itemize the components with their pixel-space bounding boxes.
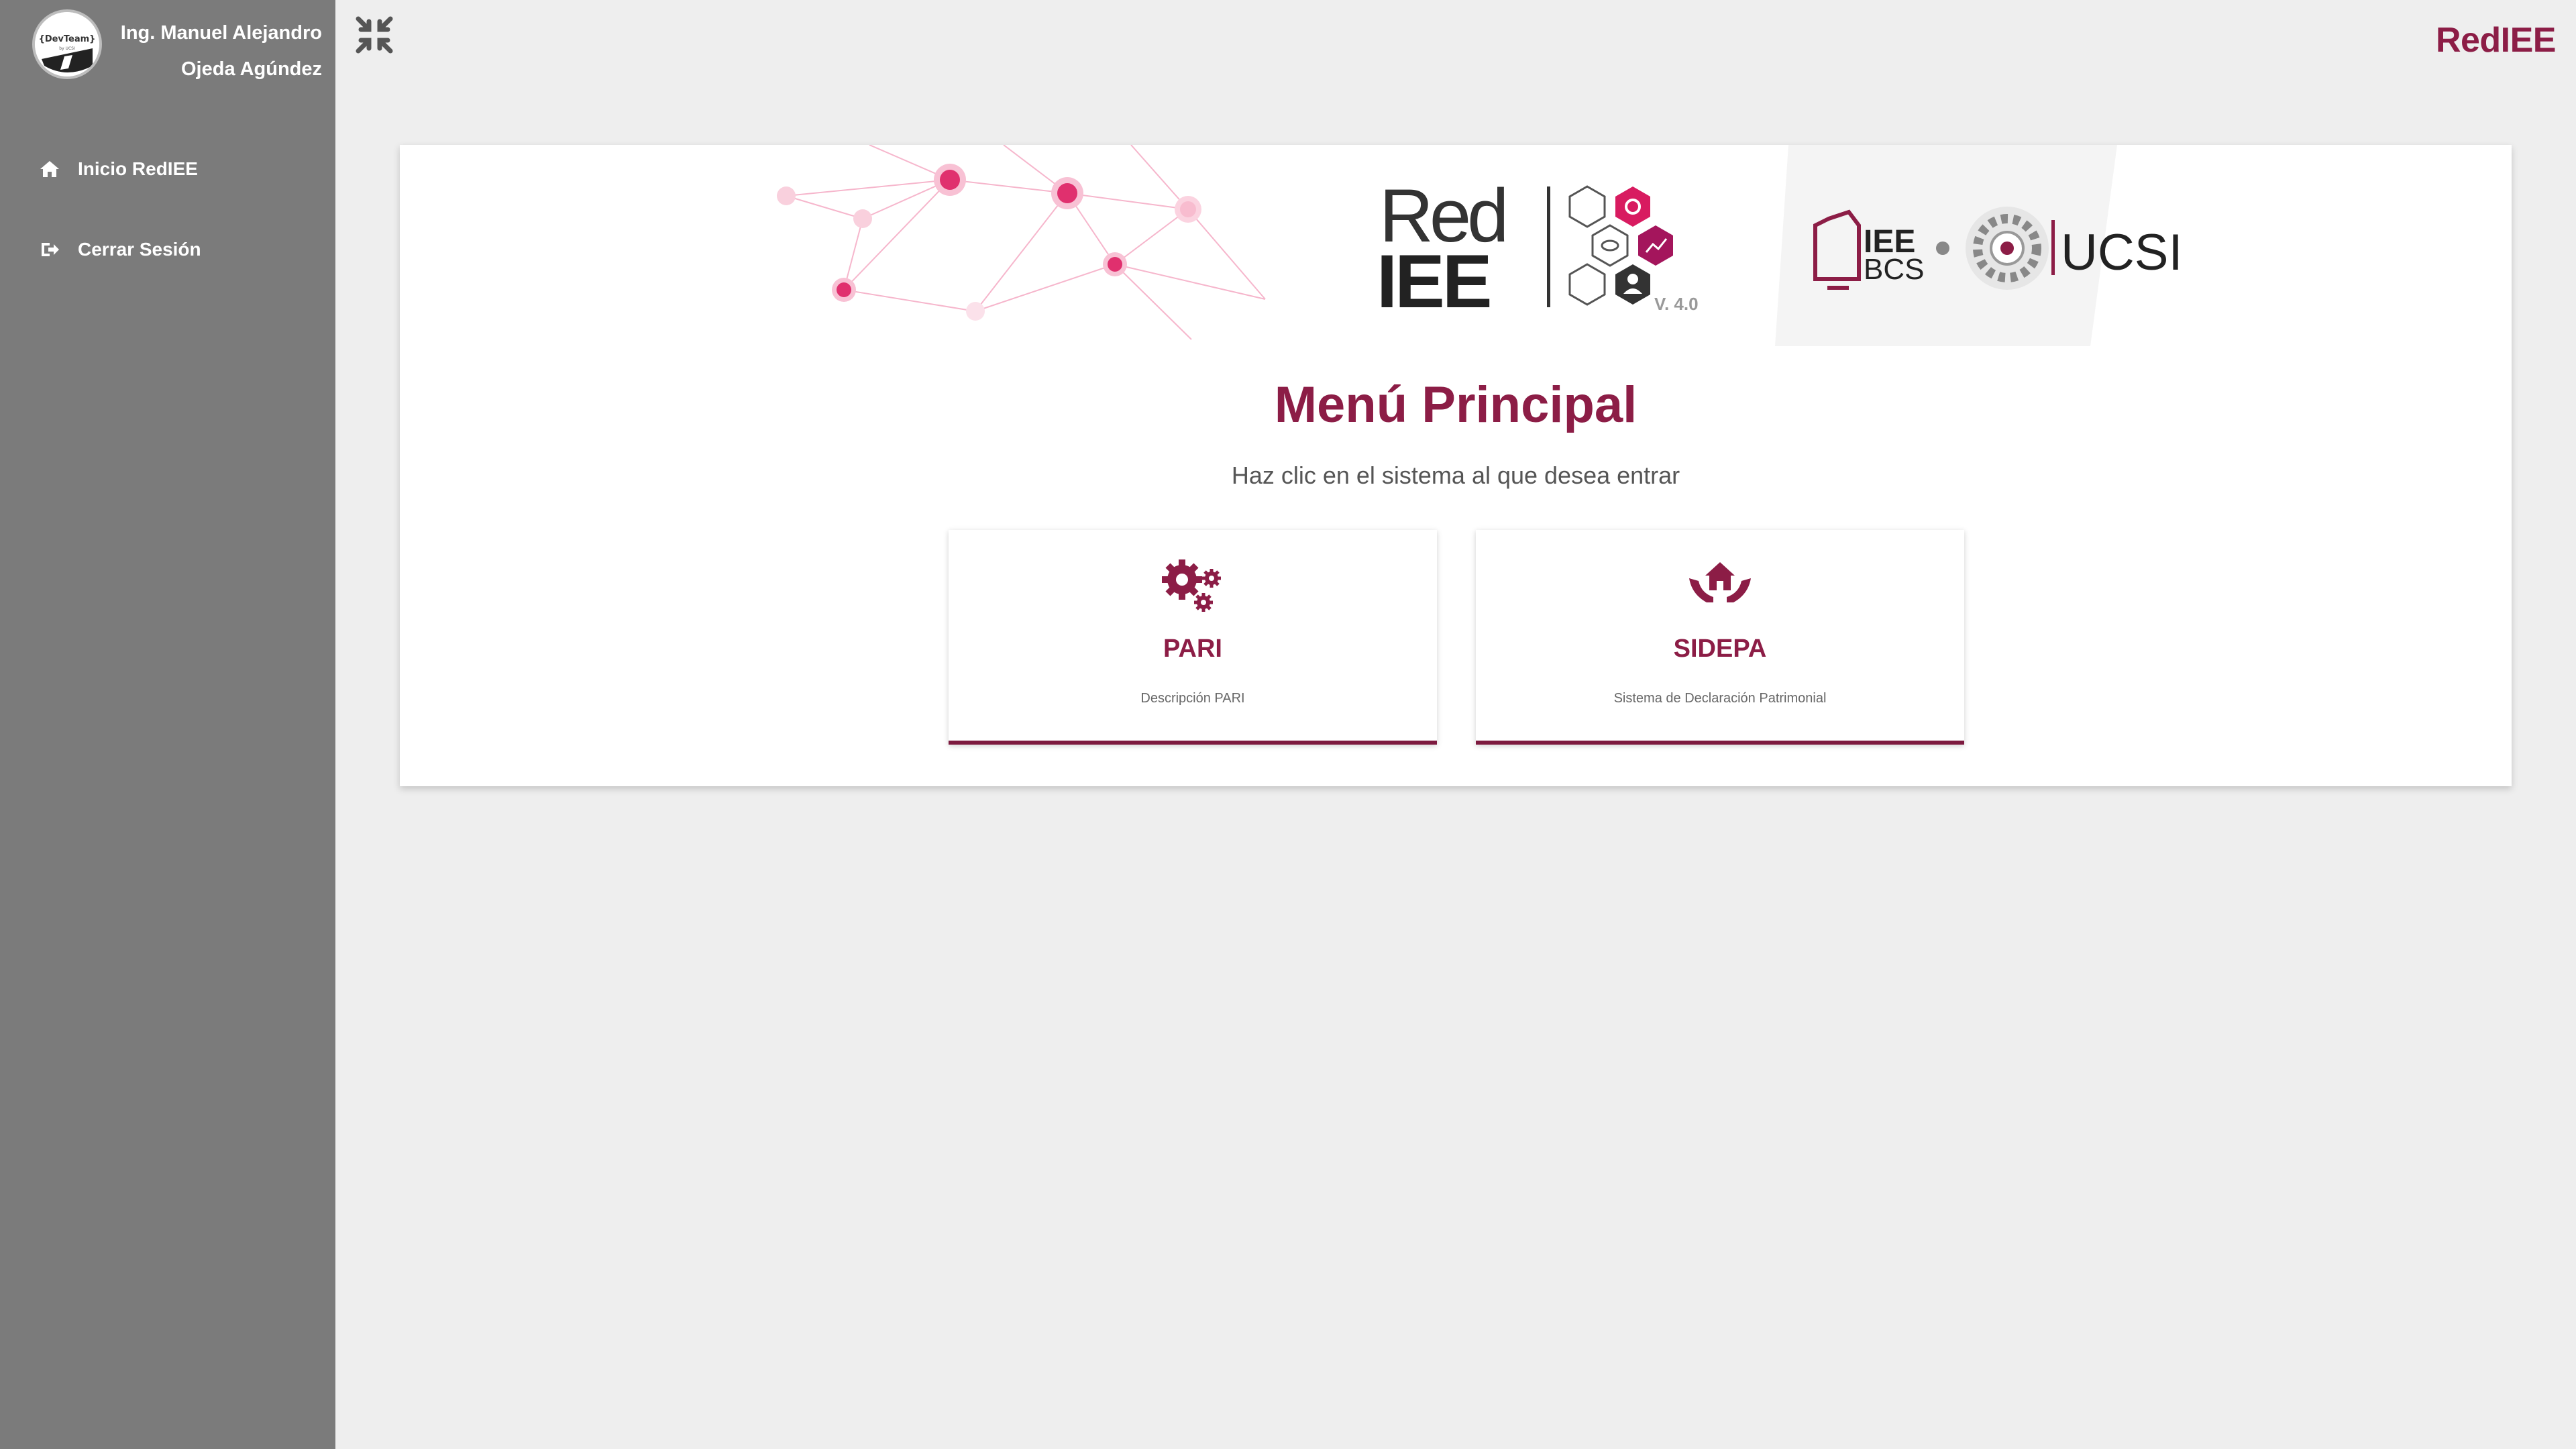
compress-icon xyxy=(356,16,393,54)
user-name: Ing. Manuel Alejandro Ojeda Agúndez xyxy=(101,15,322,87)
system-name: PARI xyxy=(1163,635,1222,663)
system-description: Descripción PARI xyxy=(1140,691,1245,706)
partner-ucsi-text: UCSI xyxy=(2061,224,2183,281)
network-graphic xyxy=(786,145,1266,340)
collapse-sidebar-button[interactable] xyxy=(354,15,394,55)
main-menu-card: Red IEE V. 4.0 IEE BCS UCSI Menú Princip… xyxy=(400,145,2512,786)
system-card-pari[interactable]: PARI Descripción PARI xyxy=(949,530,1437,745)
avatar[interactable]: {DevTeam} by UCSI xyxy=(32,9,102,79)
avatar-text: {DevTeam} xyxy=(39,34,96,44)
sidebar-item-label: Inicio RedIEE xyxy=(78,158,198,179)
sidebar-item-home[interactable]: Inicio RedIEE xyxy=(39,149,198,189)
brand-title: RedIEE xyxy=(2435,21,2557,60)
sign-out-icon xyxy=(42,243,59,256)
user-name-line2: Ojeda Agúndez xyxy=(181,58,322,80)
page-subtitle: Haz clic en el sistema al que desea entr… xyxy=(1231,462,1680,489)
version-text: V. 4.0 xyxy=(1654,294,1699,314)
network-nodes xyxy=(777,164,1201,321)
partner-logos: IEE BCS UCSI xyxy=(1775,145,2183,346)
gears-icon xyxy=(1162,559,1221,612)
avatar-subtext: by UCSI xyxy=(59,46,75,51)
page-title: Menú Principal xyxy=(1274,376,1638,433)
sidebar: {DevTeam} by UCSI Ing. Manuel Alejandro … xyxy=(0,0,335,1449)
system-name: SIDEPA xyxy=(1673,635,1767,663)
sidebar-item-label: Cerrar Sesión xyxy=(78,239,201,260)
partner-bcs-text: BCS xyxy=(1864,253,1924,286)
hands-house-icon xyxy=(1689,562,1751,602)
rediee-logo: Red IEE V. 4.0 xyxy=(1377,174,1699,323)
hexagon-icons xyxy=(1568,185,1673,306)
system-card-sidepa[interactable]: SIDEPA Sistema de Declaración Patrimonia… xyxy=(1476,530,1964,745)
system-description: Sistema de Declaración Patrimonial xyxy=(1613,691,1827,706)
sidebar-item-logout[interactable]: Cerrar Sesión xyxy=(39,229,201,270)
home-icon xyxy=(40,161,59,177)
banner: Red IEE V. 4.0 IEE BCS UCSI xyxy=(777,145,2183,346)
user-name-line1: Ing. Manuel Alejandro xyxy=(120,22,322,44)
logo-iee-text: IEE xyxy=(1377,239,1490,323)
